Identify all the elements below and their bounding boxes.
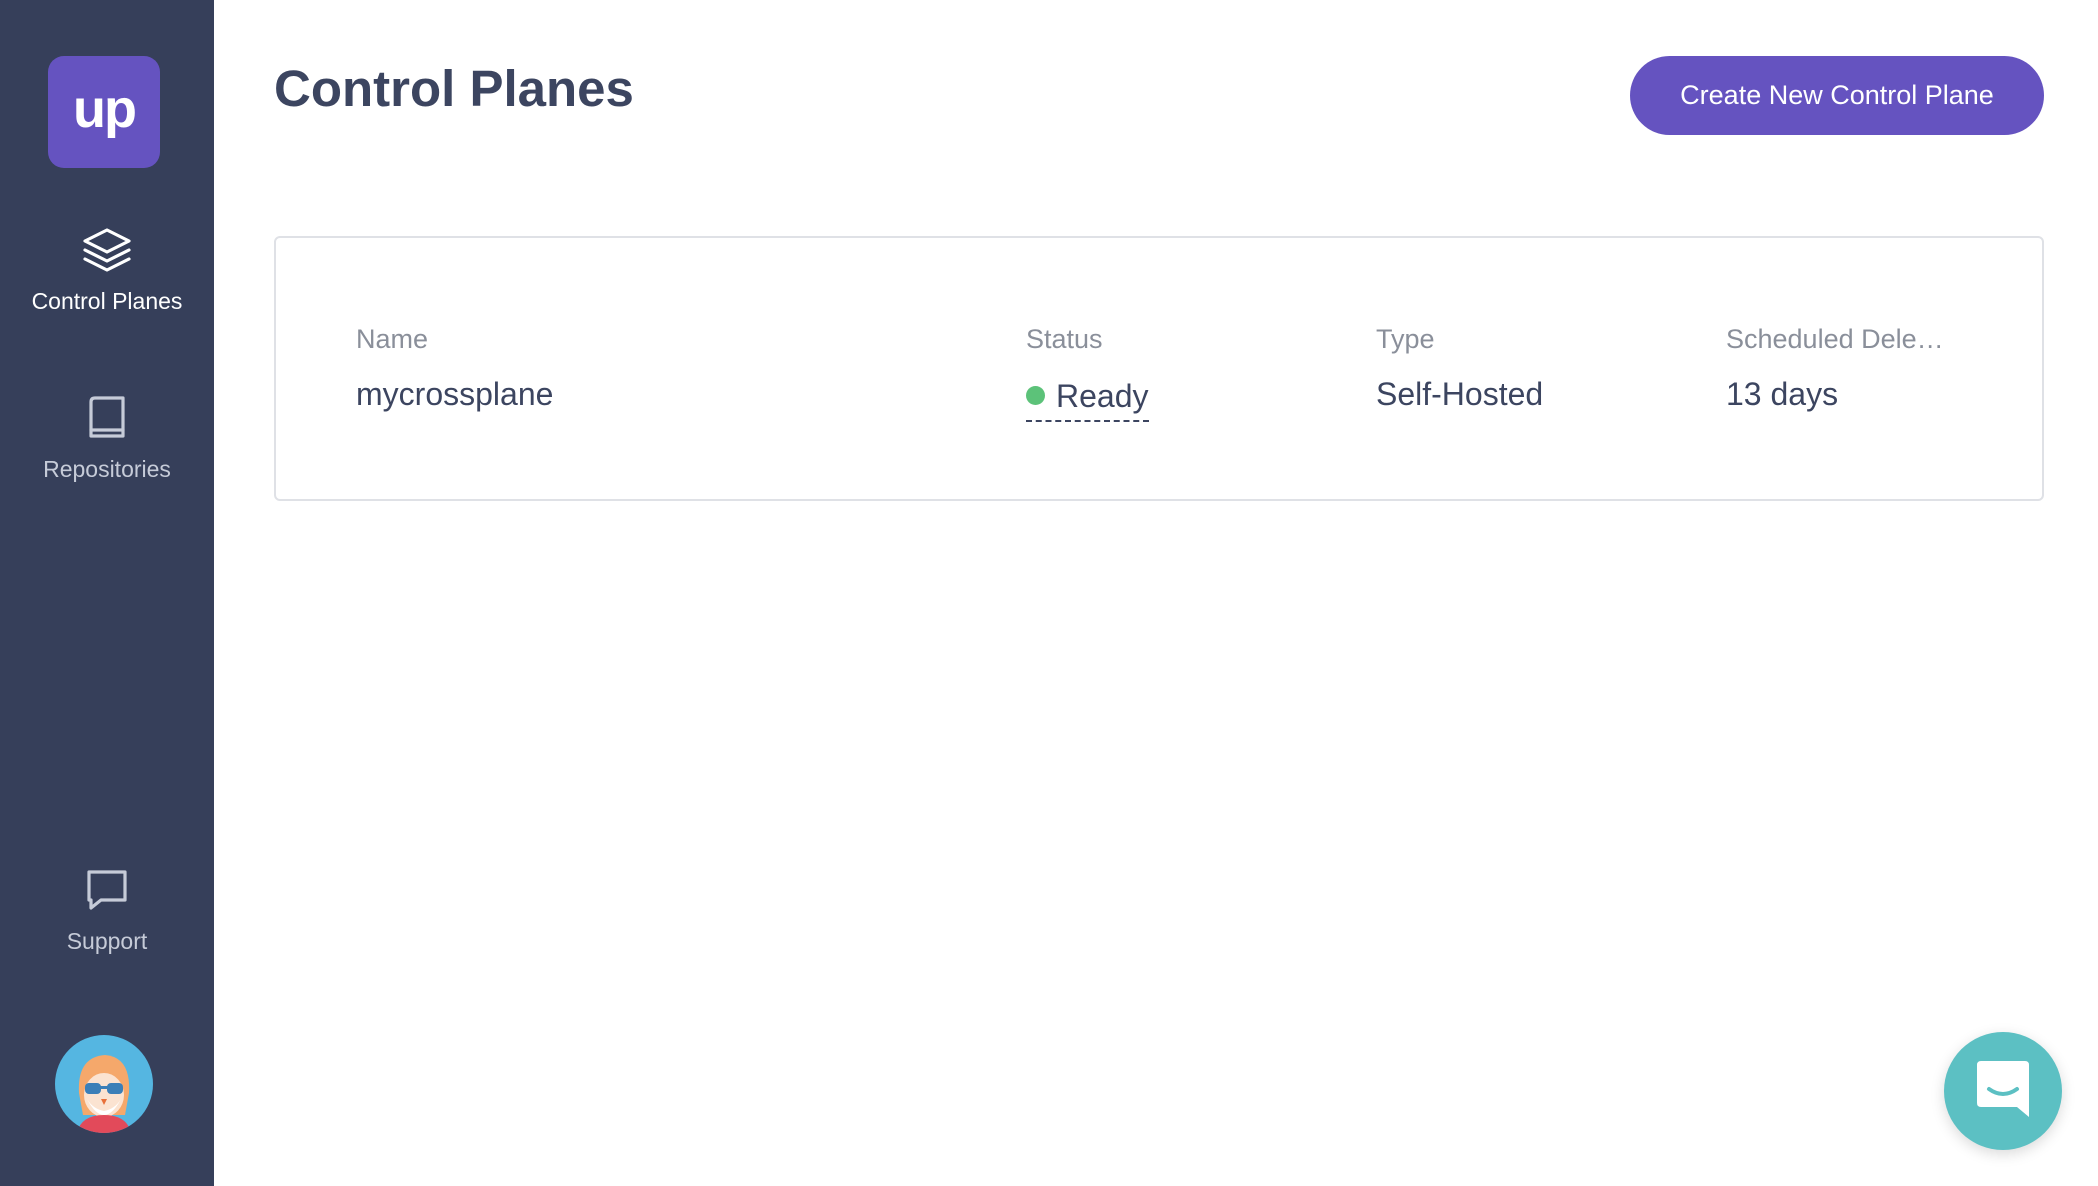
page-title: Control Planes [274, 60, 634, 117]
sidebar-item-repositories[interactable]: Repositories [0, 390, 214, 483]
scheduled-deletion-column: Scheduled Dele… 13 days [1726, 322, 1966, 414]
scheduled-deletion-value: 13 days [1726, 376, 1839, 412]
user-avatar-icon[interactable] [55, 1035, 153, 1133]
sidebar-item-control-planes[interactable]: Control Planes [0, 222, 214, 315]
status-badge[interactable]: Ready [1026, 376, 1149, 422]
book-icon [79, 390, 135, 446]
control-plane-name[interactable]: mycrossplane [356, 374, 553, 414]
intercom-chat-icon [1973, 1057, 2033, 1126]
status-header: Status [1026, 324, 1103, 354]
chat-bubble-icon [79, 862, 135, 918]
name-column: Name mycrossplane [356, 322, 553, 414]
sidebar-item-label: Support [66, 928, 148, 954]
status-text: Ready [1056, 377, 1149, 414]
upbound-logo[interactable]: up [48, 56, 160, 168]
control-plane-card[interactable]: Name mycrossplane Status Ready Type Self… [274, 236, 2044, 501]
status-dot-icon [1026, 386, 1045, 405]
create-control-plane-button[interactable]: Create New Control Plane [1630, 56, 2044, 135]
sidebar-item-label: Repositories [43, 456, 171, 482]
sidebar: up Control Planes Repositories Support [0, 0, 214, 1186]
logo-text: up [73, 79, 137, 139]
scheduled-deletion-header: Scheduled Dele… [1726, 324, 1944, 354]
app-root: up Control Planes Repositories Support C… [0, 0, 2098, 1186]
intercom-chat-button[interactable] [1944, 1032, 2062, 1150]
sidebar-item-support[interactable]: Support [0, 862, 214, 955]
type-column: Type Self-Hosted [1376, 322, 1543, 414]
layers-icon [79, 222, 135, 278]
status-column: Status Ready [1026, 322, 1149, 422]
sidebar-item-label: Control Planes [31, 288, 183, 314]
name-header: Name [356, 324, 429, 354]
status-value: Ready [1026, 374, 1149, 422]
type-value: Self-Hosted [1376, 376, 1544, 412]
type-header: Type [1376, 324, 1435, 354]
